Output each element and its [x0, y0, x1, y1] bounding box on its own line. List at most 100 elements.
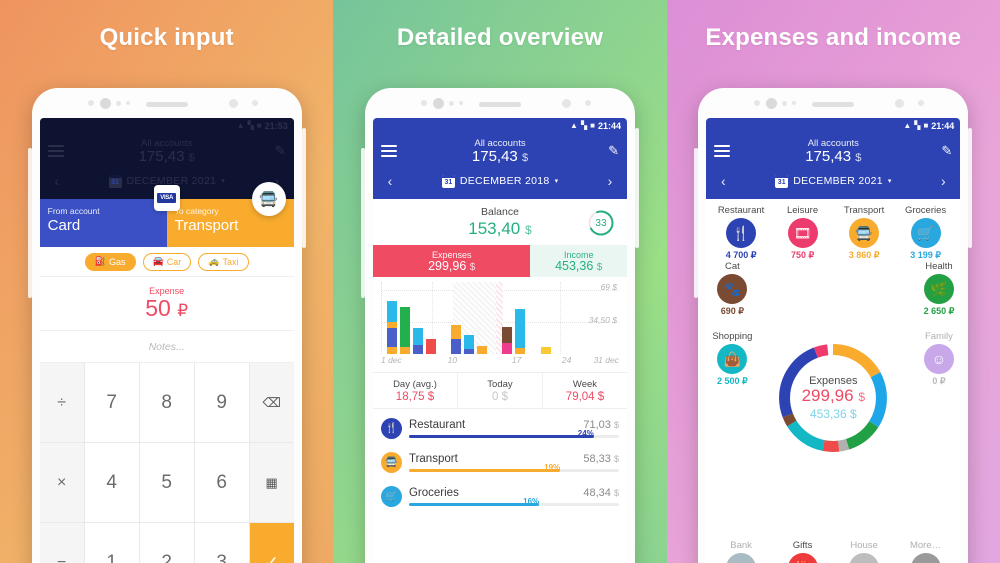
- stat-week[interactable]: Week 79,04 $: [543, 373, 627, 408]
- date-selector-2[interactable]: 31 DECEMBER 2018 ▾: [399, 174, 601, 188]
- category-tile-cat[interactable]: Cat 🐾 690 ₽: [712, 261, 752, 317]
- prev-month-button-1[interactable]: ‹: [48, 173, 66, 189]
- calendar-icon[interactable]: ▦: [249, 443, 294, 522]
- phone-top-bezel: [365, 88, 635, 118]
- category-tile-more[interactable]: More… ⌄ 7,56 $: [895, 540, 957, 563]
- visa-card-icon: VISA: [153, 185, 180, 211]
- category-tile-restaurant[interactable]: Restaurant 🍴 4 700 ₽: [710, 205, 772, 261]
- daily-expenses-bar-chart[interactable]: 69 $ 34,50 $ 1 dec 10 17 24 31 dec: [372, 277, 627, 373]
- category-grid-top: Restaurant 🍴 4 700 ₽ Leisure 🎞 750 ₽ Tra…: [706, 199, 960, 261]
- key-9[interactable]: 9: [194, 363, 249, 442]
- earpiece-speaker: [812, 102, 855, 107]
- baby-icon: ☺: [923, 344, 954, 374]
- backspace-icon[interactable]: ⌫: [249, 363, 294, 442]
- list-item[interactable]: 🍴 Restaurant 71,03 $ 24%: [380, 411, 619, 445]
- check-icon[interactable]: ✓: [249, 523, 294, 563]
- expenses-donut-chart[interactable]: Expenses 299,96 $ 453,36 $: [769, 334, 897, 462]
- donut-chart-area: Cat 🐾 690 ₽ Shopping 👜 2 500 ₽ Health 🌿 …: [706, 261, 960, 534]
- transfer-row: From account Card To category Transport …: [39, 182, 294, 247]
- expenses-tile[interactable]: Expenses 299,96 $: [372, 245, 531, 277]
- hamburger-icon[interactable]: [380, 145, 397, 157]
- hamburger-icon[interactable]: [47, 145, 64, 157]
- bar: [399, 307, 410, 354]
- notes-input[interactable]: Notes...: [39, 331, 294, 363]
- category-tile-family[interactable]: Family ☺ 0 ₽: [923, 331, 955, 387]
- key-4[interactable]: 4: [84, 443, 139, 522]
- key-8[interactable]: 8: [139, 363, 194, 442]
- category-tile-shopping[interactable]: Shopping 👜 2 500 ₽: [712, 331, 752, 387]
- phone-mockup-1: ▲ ▚ ■ 21:53 All accounts 175,43 $ ✎ ‹ 31…: [27, 88, 306, 563]
- bus-icon[interactable]: 🚍: [251, 182, 286, 216]
- pencil-icon[interactable]: ✎: [936, 143, 952, 159]
- next-month-button-2[interactable]: ›: [601, 173, 619, 189]
- x-tick-label: 24: [561, 355, 572, 365]
- chip-gas[interactable]: ⛽ Gas: [84, 252, 136, 271]
- chip-car[interactable]: 🚘 Car: [142, 252, 192, 271]
- category-tile-bank[interactable]: Bank % 0 ₽: [710, 540, 772, 563]
- stat-today[interactable]: Today 0 $: [458, 373, 543, 408]
- y-tick-label: 69 $: [600, 282, 617, 292]
- sensor-dot: [448, 101, 454, 106]
- chip-label: Taxi: [222, 256, 239, 267]
- key-multiply[interactable]: ×: [39, 443, 84, 522]
- date-label-2: DECEMBER 2018: [459, 175, 550, 187]
- status-time-3: 21:44: [931, 120, 955, 131]
- key-minus[interactable]: −: [39, 523, 84, 563]
- key-2[interactable]: 2: [139, 523, 194, 563]
- phone-side-button-left: [27, 148, 32, 298]
- pencil-icon[interactable]: ✎: [270, 143, 286, 159]
- app-bar-3: All accounts 175,43 $ ✎ ‹ 31 DECEMBER 20…: [706, 133, 961, 199]
- amount-display[interactable]: Expense 50 ₽: [39, 277, 294, 331]
- sensor-dot: [458, 101, 463, 105]
- category-name: Transport: [408, 452, 458, 465]
- signal-icon: ▚: [247, 120, 254, 130]
- category-tile-gifts[interactable]: Gifts 🎁 1 000 ₽: [772, 540, 834, 563]
- category-value: 750 ₽: [790, 250, 815, 260]
- key-1[interactable]: 1: [84, 523, 139, 563]
- stat-day-avg[interactable]: Day (avg.) 18,75 $: [373, 373, 458, 408]
- category-progress-fill: [408, 434, 594, 438]
- sensor-dot: [584, 100, 591, 106]
- stat-label: Today: [487, 378, 513, 390]
- list-item[interactable]: 🛒 Groceries 48,34 $ 16%: [380, 479, 619, 513]
- category-tile-groceries[interactable]: Groceries 🛒 3 199 ₽: [895, 205, 957, 261]
- key-divide[interactable]: ÷: [39, 363, 84, 442]
- date-selector-3[interactable]: 31 DECEMBER 2021 ▾: [732, 174, 934, 188]
- bag-icon: 👜: [717, 344, 748, 374]
- amount-value: 50 ₽: [145, 294, 189, 321]
- account-amount-3: 175,43 $: [805, 147, 862, 165]
- earpiece-speaker: [478, 102, 521, 107]
- account-summary-1[interactable]: All accounts 175,43 $: [64, 138, 270, 165]
- account-summary-3[interactable]: All accounts 175,43 $: [730, 138, 936, 165]
- stat-label: Week: [572, 378, 598, 390]
- category-tile-transport[interactable]: Transport 🚍 3 860 ₽: [833, 205, 895, 261]
- next-month-button-3[interactable]: ›: [934, 173, 952, 189]
- category-name: Bank: [730, 540, 752, 551]
- prev-month-button-3[interactable]: ‹: [714, 173, 732, 189]
- currency-symbol: $: [469, 261, 476, 273]
- bus-icon: 🚍: [849, 218, 880, 248]
- category-tile-health[interactable]: Health 🌿 2 650 ₽: [924, 261, 955, 317]
- key-6[interactable]: 6: [194, 443, 249, 522]
- car-icon: 🚘: [152, 256, 164, 266]
- hamburger-icon[interactable]: [714, 145, 731, 157]
- account-summary-2[interactable]: All accounts 175,43 $: [397, 138, 603, 165]
- gift-icon: 🎁: [787, 553, 818, 563]
- donut-income-value: 453,36 $: [809, 406, 857, 421]
- list-item[interactable]: 🚍 Transport 58,33 $ 19%: [380, 445, 619, 479]
- from-account-tile[interactable]: From account Card: [39, 199, 167, 247]
- category-tile-house[interactable]: House ▦ 0 ₽: [833, 540, 895, 563]
- prev-month-button-2[interactable]: ‹: [381, 173, 399, 189]
- chip-taxi[interactable]: 🚕 Taxi: [198, 252, 249, 271]
- category-tile-leisure[interactable]: Leisure 🎞 750 ₽: [772, 205, 834, 261]
- category-name: Leisure: [786, 205, 819, 216]
- bar: [425, 338, 436, 354]
- key-3[interactable]: 3: [194, 523, 249, 563]
- key-5[interactable]: 5: [139, 443, 194, 522]
- bus-icon: 🚍: [380, 451, 402, 473]
- account-label-2: All accounts: [474, 137, 526, 149]
- pencil-icon[interactable]: ✎: [603, 143, 619, 159]
- donut-center-summary: Expenses 299,96 $ 453,36 $: [769, 334, 897, 462]
- income-tile[interactable]: Income 453,36 $: [530, 245, 627, 277]
- key-7[interactable]: 7: [84, 363, 139, 442]
